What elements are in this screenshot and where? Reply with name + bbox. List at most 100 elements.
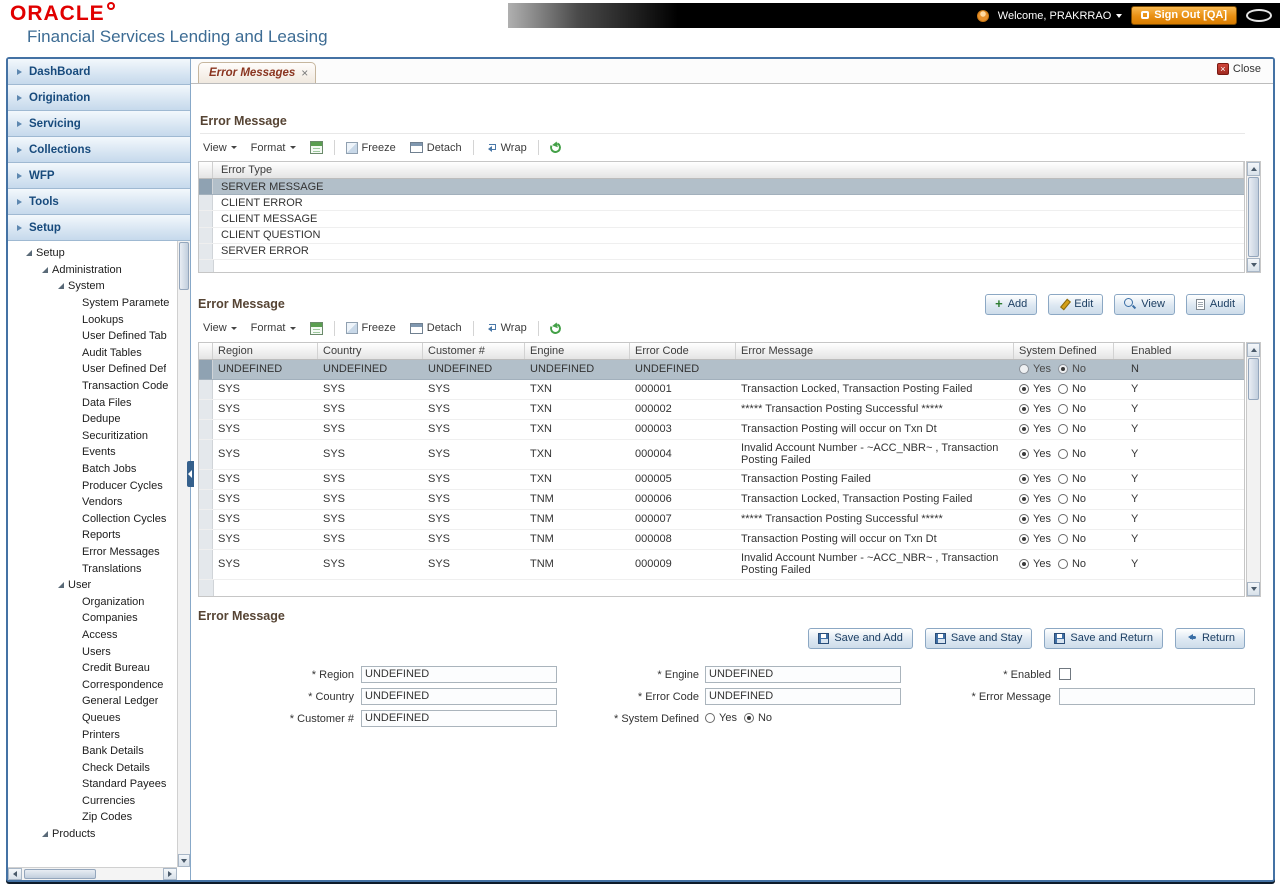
enabled-checkbox[interactable] — [1059, 668, 1071, 680]
error-message-row[interactable]: SYSSYSSYSTNM000009Invalid Account Number… — [199, 550, 1244, 580]
scrollbar-thumb[interactable] — [1248, 358, 1259, 400]
error-type-row[interactable]: SERVER MESSAGE — [199, 179, 1244, 195]
form-system-defined-radio-no[interactable] — [744, 713, 754, 723]
tree-item-zip-codes[interactable]: Zip Codes — [8, 809, 177, 826]
edit-button[interactable]: Edit — [1048, 294, 1103, 315]
tree-item-system-paramete[interactable]: System Paramete — [8, 295, 177, 312]
scroll-down-button[interactable] — [1247, 582, 1260, 596]
sidebar-item-wfp[interactable]: WFP — [8, 163, 190, 189]
scrollbar-thumb[interactable] — [179, 242, 189, 290]
wrap-button[interactable]: Wrap — [482, 140, 530, 156]
tree-item-general-ledger[interactable]: General Ledger — [8, 693, 177, 710]
system-defined-radio-yes[interactable] — [1019, 494, 1029, 504]
tree-item-system[interactable]: System — [8, 278, 177, 295]
tree-item-bank-details[interactable]: Bank Details — [8, 743, 177, 760]
refresh-button[interactable] — [547, 140, 564, 155]
tree-item-producer-cycles[interactable]: Producer Cycles — [8, 477, 177, 494]
tree-item-securitization[interactable]: Securitization — [8, 428, 177, 445]
column-header-error-type[interactable]: Error Type — [213, 162, 1244, 178]
scroll-down-button[interactable] — [178, 854, 190, 867]
system-defined-radio-yes[interactable] — [1019, 404, 1029, 414]
error-type-row[interactable]: CLIENT MESSAGE — [199, 211, 1244, 227]
error-message-row[interactable]: SYSSYSSYSTNM000008Transaction Posting wi… — [199, 530, 1244, 550]
system-defined-radio-yes[interactable] — [1019, 474, 1029, 484]
row-selector[interactable] — [199, 179, 213, 194]
sidebar-item-dashboard[interactable]: DashBoard — [8, 59, 190, 85]
row-selector[interactable] — [199, 211, 213, 226]
tree-item-events[interactable]: Events — [8, 444, 177, 461]
row-selector[interactable] — [199, 228, 213, 243]
freeze-button[interactable]: Freeze — [343, 320, 399, 336]
system-defined-radio-no[interactable] — [1058, 384, 1068, 394]
system-defined-radio-no[interactable] — [1058, 404, 1068, 414]
form-system-defined-radio-yes[interactable] — [705, 713, 715, 723]
tree-item-translations[interactable]: Translations — [8, 560, 177, 577]
system-defined-radio-yes[interactable] — [1019, 559, 1029, 569]
column-header-error-code[interactable]: Error Code — [630, 343, 736, 359]
engine-input[interactable] — [705, 666, 901, 683]
error-message-row[interactable]: SYSSYSSYSTXN000001Transaction Locked, Tr… — [199, 380, 1244, 400]
tree-item-reports[interactable]: Reports — [8, 527, 177, 544]
system-defined-radio-yes[interactable] — [1019, 449, 1029, 459]
system-defined-radio-yes[interactable] — [1019, 384, 1029, 394]
column-header-region[interactable]: Region — [213, 343, 318, 359]
freeze-button[interactable]: Freeze — [343, 140, 399, 156]
scroll-right-button[interactable] — [163, 868, 177, 880]
error-type-row[interactable]: CLIENT QUESTION — [199, 228, 1244, 244]
export-button[interactable] — [307, 320, 326, 337]
error-type-row[interactable]: CLIENT ERROR — [199, 195, 1244, 211]
row-selector[interactable] — [199, 440, 213, 469]
tree-item-queues[interactable]: Queues — [8, 710, 177, 727]
close-button[interactable]: Close — [1217, 63, 1261, 75]
sidebar-item-collections[interactable]: Collections — [8, 137, 190, 163]
tree-item-batch-jobs[interactable]: Batch Jobs — [8, 461, 177, 478]
sidebar-item-servicing[interactable]: Servicing — [8, 111, 190, 137]
error-message-row[interactable]: SYSSYSSYSTXN000003Transaction Posting wi… — [199, 420, 1244, 440]
system-defined-radio-no[interactable] — [1058, 559, 1068, 569]
row-selector[interactable] — [199, 195, 213, 210]
tree-item-collection-cycles[interactable]: Collection Cycles — [8, 511, 177, 528]
tree-item-currencies[interactable]: Currencies — [8, 793, 177, 810]
scrollbar-track[interactable] — [22, 868, 163, 880]
column-header-error-message[interactable]: Error Message — [736, 343, 1014, 359]
scroll-left-button[interactable] — [8, 868, 22, 880]
add-button[interactable]: Add — [985, 294, 1037, 315]
tree-item-check-details[interactable]: Check Details — [8, 759, 177, 776]
system-defined-radio-no[interactable] — [1058, 449, 1068, 459]
error-code-input[interactable] — [705, 688, 901, 705]
tree-item-printers[interactable]: Printers — [8, 726, 177, 743]
system-defined-radio-no[interactable] — [1058, 474, 1068, 484]
tree-vertical-scrollbar[interactable] — [177, 241, 190, 867]
error-type-row[interactable]: SERVER ERROR — [199, 244, 1244, 260]
row-selector[interactable] — [199, 400, 213, 419]
system-defined-radio-yes[interactable] — [1019, 424, 1029, 434]
refresh-button[interactable] — [547, 321, 564, 336]
error-message-row[interactable]: SYSSYSSYSTNM000006Transaction Locked, Tr… — [199, 490, 1244, 510]
system-defined-radio-no[interactable] — [1058, 534, 1068, 544]
detach-button[interactable]: Detach — [407, 320, 465, 336]
column-header-enabled[interactable]: Enabled — [1114, 343, 1244, 359]
wrap-button[interactable]: Wrap — [482, 320, 530, 336]
row-selector[interactable] — [199, 420, 213, 439]
tree-item-products[interactable]: Products — [8, 826, 177, 843]
scroll-up-button[interactable] — [1247, 162, 1260, 176]
error-message-row[interactable]: SYSSYSSYSTXN000005Transaction Posting Fa… — [199, 470, 1244, 490]
tree-item-user-defined-tab[interactable]: User Defined Tab — [8, 328, 177, 345]
column-header-country[interactable]: Country — [318, 343, 423, 359]
error-message-input[interactable] — [1059, 688, 1255, 705]
scrollbar-track[interactable] — [1247, 357, 1260, 582]
scroll-down-button[interactable] — [1247, 258, 1260, 272]
error-message-row[interactable]: SYSSYSSYSTNM000007***** Transaction Post… — [199, 510, 1244, 530]
return-button[interactable]: Return — [1175, 628, 1245, 649]
tree-item-dedupe[interactable]: Dedupe — [8, 411, 177, 428]
system-defined-radio-no[interactable] — [1058, 364, 1068, 374]
tree-item-correspondence[interactable]: Correspondence — [8, 676, 177, 693]
error-message-row[interactable]: SYSSYSSYSTXN000004Invalid Account Number… — [199, 440, 1244, 470]
tree-horizontal-scrollbar[interactable] — [8, 867, 177, 880]
tree-item-user-defined-def[interactable]: User Defined Def — [8, 361, 177, 378]
row-selector[interactable] — [199, 550, 213, 579]
format-menu[interactable]: Format — [248, 140, 299, 156]
view-menu[interactable]: View — [200, 320, 240, 336]
save-and-add-button[interactable]: Save and Add — [808, 628, 913, 649]
scrollbar-thumb[interactable] — [24, 869, 96, 879]
